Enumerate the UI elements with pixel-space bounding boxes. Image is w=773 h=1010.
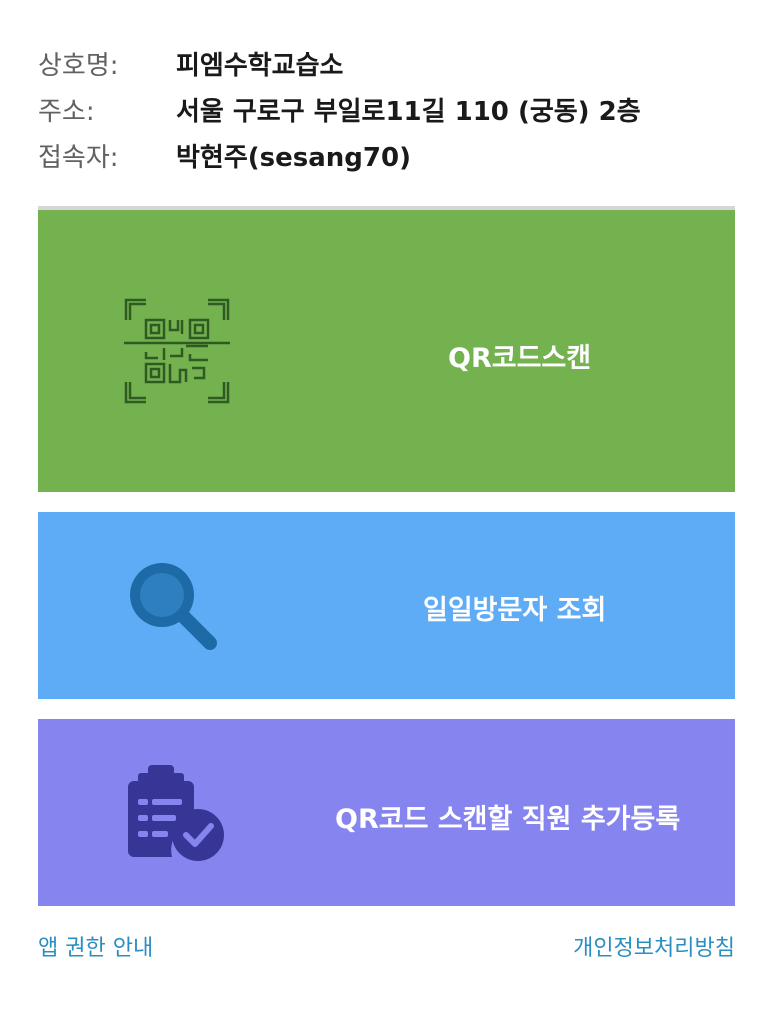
qr-scan-label: QR코드스캔 bbox=[448, 343, 592, 374]
qr-scan-icon bbox=[124, 298, 230, 404]
store-name-row: 상호명: 피엠수학교습소 bbox=[38, 40, 738, 86]
clipboard-check-icon bbox=[128, 765, 224, 861]
store-name-label: 상호명: bbox=[38, 50, 119, 81]
address-value: 서울 구로구 부일로11길 110 (궁동) 2층 bbox=[176, 96, 641, 127]
store-info-panel: 상호명: 피엠수학교습소 주소: 서울 구로구 부일로11길 110 (궁동) … bbox=[38, 40, 738, 178]
app-permissions-link[interactable]: 앱 권한 안내 bbox=[38, 930, 153, 962]
user-label: 접속자: bbox=[38, 142, 119, 173]
address-label: 주소: bbox=[38, 96, 95, 127]
user-row: 접속자: 박현주(sesang70) bbox=[38, 132, 738, 178]
privacy-policy-link[interactable]: 개인정보처리방침 bbox=[573, 930, 735, 962]
store-name-value: 피엠수학교습소 bbox=[176, 50, 344, 81]
daily-visitors-label: 일일방문자 조회 bbox=[423, 595, 607, 626]
magnifier-icon bbox=[130, 563, 217, 650]
daily-visitors-button[interactable]: 일일방문자 조회 bbox=[38, 512, 735, 699]
add-staff-button[interactable]: QR코드 스캔할 직원 추가등록 bbox=[38, 719, 735, 906]
add-staff-label: QR코드 스캔할 직원 추가등록 bbox=[335, 804, 681, 835]
address-row: 주소: 서울 구로구 부일로11길 110 (궁동) 2층 bbox=[38, 86, 738, 132]
qr-scan-button[interactable]: QR코드스캔 bbox=[38, 210, 735, 492]
user-value: 박현주(sesang70) bbox=[176, 142, 411, 173]
